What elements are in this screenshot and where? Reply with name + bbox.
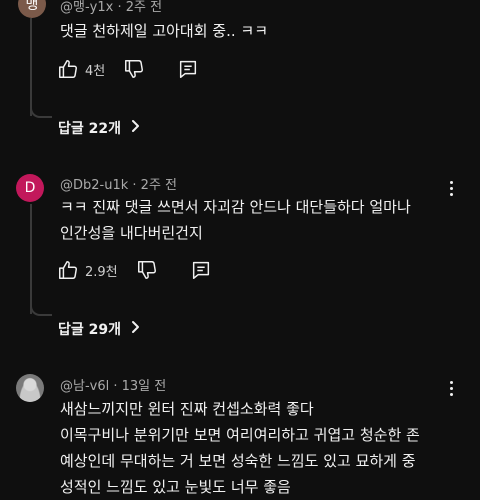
thumbs-up-icon — [57, 259, 79, 281]
thread-elbow — [30, 102, 52, 118]
thumbs-down-icon — [136, 259, 158, 281]
comment-separator: · — [117, 0, 126, 15]
replies-toggle[interactable]: 답글 22개 — [58, 118, 141, 138]
comment-time: 13일 전 — [121, 379, 167, 394]
comment-line: 댓글 천하제일 고아대회 중.. ㅋㅋ — [60, 22, 269, 40]
more-vertical-icon[interactable] — [442, 378, 460, 398]
avatar[interactable] — [16, 374, 44, 402]
comment-separator: · — [113, 379, 122, 394]
comment-time: 2주 전 — [140, 178, 177, 193]
replies-toggle[interactable]: 답글 29개 — [58, 319, 141, 339]
comment-line: 인간성을 내다버린건지 — [60, 224, 203, 242]
reply-comment-icon — [177, 58, 199, 80]
comment-author[interactable]: @맹-y1x — [60, 0, 113, 15]
comment-line: 이목구비나 분위기만 보면 여리여리하고 귀엽고 청순한 존 — [60, 426, 420, 444]
reply-button[interactable] — [177, 58, 199, 80]
avatar-initial: D — [24, 180, 36, 196]
reply-button[interactable] — [190, 259, 212, 281]
comment-meta: @맹-y1x · 2주 전 — [60, 0, 162, 15]
thumbs-up-icon — [57, 58, 79, 80]
avatar[interactable]: 맹 — [18, 0, 46, 18]
avatar-photo — [16, 374, 44, 402]
thread-line — [30, 204, 32, 314]
comment-author[interactable]: @Db2-u1k — [60, 178, 128, 193]
comment-meta: @남-v6l · 13일 전 — [60, 375, 166, 394]
comment-actions: 4천 — [57, 57, 199, 81]
comment-text: 댓글 천하제일 고아대회 중.. ㅋㅋ — [60, 18, 268, 44]
avatar[interactable]: D — [16, 174, 44, 202]
replies-label: 답글 22개 — [58, 121, 121, 137]
comment-line: 예상인데 무대하는 거 보면 성숙한 느낌도 있고 묘하게 중 — [60, 452, 416, 470]
comment-author[interactable]: @남-v6l — [60, 379, 109, 394]
more-vertical-icon[interactable] — [442, 178, 460, 198]
dislike-button[interactable] — [136, 259, 158, 281]
comment-text: 새삼느끼지만 윈터 진짜 컨셉소화력 좋다 이목구비나 분위기만 보면 여리여리… — [60, 396, 420, 500]
chevron-right-icon — [121, 119, 141, 137]
comment-meta: @Db2-u1k · 2주 전 — [60, 174, 177, 193]
comment-line: ㅋㅋ 진짜 댓글 쓰면서 자괴감 안드나 대단들하다 얼마나 — [60, 198, 411, 216]
thumbs-down-icon — [123, 58, 145, 80]
chevron-right-icon — [121, 320, 141, 338]
like-button[interactable]: 4천 — [57, 58, 123, 80]
avatar-initial: 맹 — [25, 0, 39, 13]
comment-line: 새삼느끼지만 윈터 진짜 컨셉소화력 좋다 — [60, 400, 314, 418]
comment-time: 2주 전 — [125, 0, 163, 15]
comment-separator: · — [132, 178, 141, 193]
comment-text: ㅋㅋ 진짜 댓글 쓰면서 자괴감 안드나 대단들하다 얼마나 인간성을 내다버린… — [60, 194, 411, 246]
like-count: 2.9천 — [85, 264, 118, 280]
comment-line: 성적인 느낌도 있고 눈빛도 너무 좋음 — [60, 478, 291, 496]
reply-comment-icon — [190, 259, 212, 281]
comment-actions: 2.9천 — [57, 258, 212, 282]
like-button[interactable]: 2.9천 — [57, 259, 136, 281]
like-count: 4천 — [85, 63, 106, 79]
replies-label: 답글 29개 — [58, 322, 121, 338]
dislike-button[interactable] — [123, 58, 145, 80]
thread-elbow — [30, 300, 52, 316]
